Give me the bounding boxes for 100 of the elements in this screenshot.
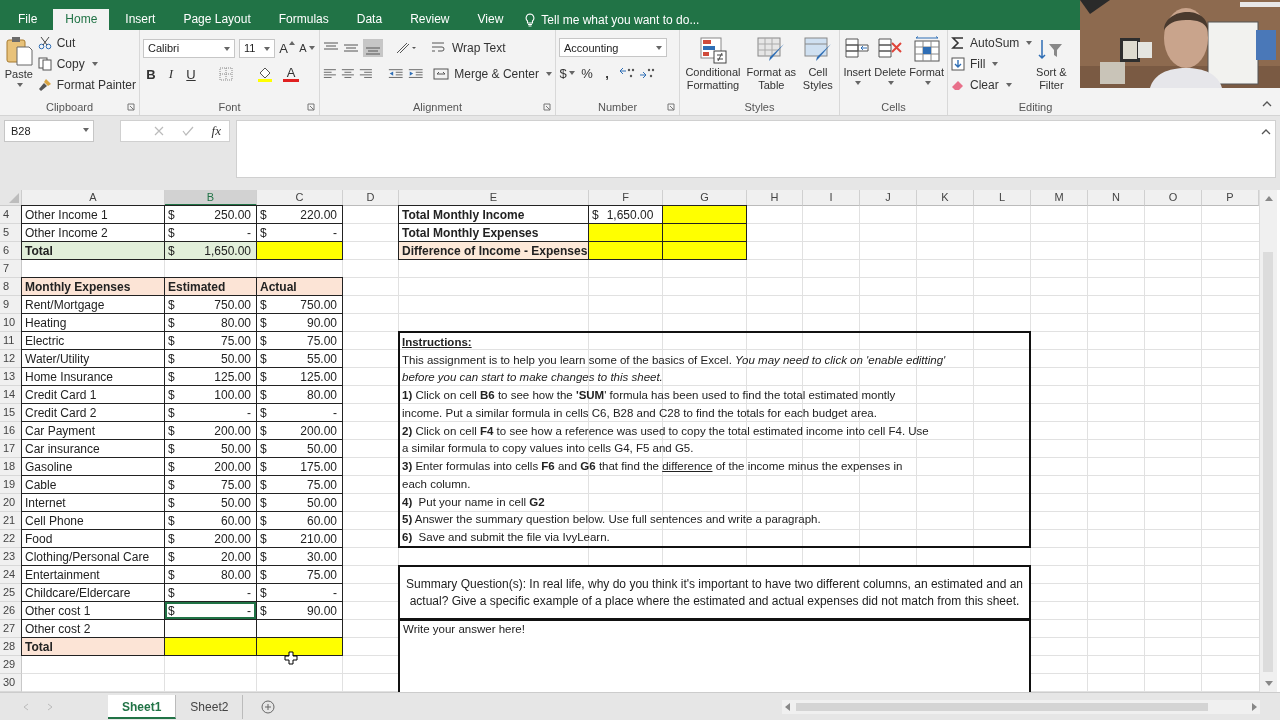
table-cell[interactable]: Difference of Income - Expenses: [398, 241, 589, 260]
column-header[interactable]: M: [1031, 190, 1088, 206]
sheet-tab[interactable]: Sheet2: [176, 694, 244, 719]
column-header[interactable]: H: [747, 190, 803, 206]
row-header[interactable]: 26: [0, 602, 22, 620]
format-as-table-button[interactable]: Format as Table: [745, 33, 797, 98]
increase-indent-icon[interactable]: [407, 67, 424, 81]
horizontal-scrollbar[interactable]: [782, 699, 1260, 714]
font-name-dropdown[interactable]: Calibri: [143, 38, 235, 58]
column-header[interactable]: E: [399, 190, 589, 206]
format-cells-button[interactable]: Format: [909, 33, 944, 98]
conditional-formatting-button[interactable]: Conditional Formatting: [683, 33, 743, 98]
insert-function-button[interactable]: fx: [211, 123, 221, 139]
column-header[interactable]: C: [257, 190, 343, 206]
column-header[interactable]: N: [1088, 190, 1145, 206]
row-header[interactable]: 8: [0, 278, 22, 296]
row-header[interactable]: 9: [0, 296, 22, 314]
column-header[interactable]: I: [803, 190, 860, 206]
dialog-launcher-icon[interactable]: [127, 103, 135, 111]
bold-button[interactable]: B: [143, 64, 159, 84]
dialog-launcher-icon[interactable]: [543, 103, 551, 111]
row-header[interactable]: 25: [0, 584, 22, 602]
align-right-icon[interactable]: [358, 67, 373, 81]
autosum-button[interactable]: AutoSum: [951, 33, 1033, 53]
shrink-font-button[interactable]: A: [299, 38, 315, 58]
vertical-scrollbar[interactable]: [1259, 190, 1277, 692]
row-header[interactable]: 22: [0, 530, 22, 548]
row-header[interactable]: 16: [0, 422, 22, 440]
column-header[interactable]: K: [917, 190, 974, 206]
add-sheet-icon[interactable]: [261, 699, 276, 714]
ribbon-tab[interactable]: Formulas: [266, 9, 341, 30]
column-header[interactable]: O: [1145, 190, 1202, 206]
fill-button[interactable]: Fill: [951, 54, 1033, 74]
grow-font-button[interactable]: A: [279, 38, 295, 58]
copy-button[interactable]: Copy: [37, 54, 136, 74]
row-header[interactable]: 20: [0, 494, 22, 512]
row-header[interactable]: 7: [0, 260, 22, 278]
tell-me-search[interactable]: Tell me what you want to do...: [541, 12, 700, 27]
row-header[interactable]: 12: [0, 350, 22, 368]
column-header[interactable]: G: [663, 190, 747, 206]
ribbon-tab[interactable]: Data: [344, 9, 395, 30]
name-box[interactable]: B28: [4, 120, 94, 142]
row-header[interactable]: 24: [0, 566, 22, 584]
column-header[interactable]: D: [343, 190, 399, 206]
middle-align-icon[interactable]: [343, 41, 359, 55]
enter-check-icon[interactable]: [181, 126, 194, 136]
comma-style-button[interactable]: ,: [599, 63, 615, 83]
row-header[interactable]: 18: [0, 458, 22, 476]
collapse-formula-bar-icon[interactable]: [1261, 129, 1271, 135]
row-header[interactable]: 15: [0, 404, 22, 422]
sheet-tab[interactable]: Sheet1: [108, 694, 177, 719]
number-format-dropdown[interactable]: Accounting: [559, 38, 667, 57]
dialog-launcher-icon[interactable]: [307, 103, 315, 111]
paste-button[interactable]: Paste: [3, 33, 35, 98]
column-header[interactable]: L: [974, 190, 1031, 206]
align-center-icon[interactable]: [340, 67, 355, 81]
font-size-dropdown[interactable]: 11: [239, 38, 275, 58]
row-header[interactable]: 27: [0, 620, 22, 638]
row-header[interactable]: 13: [0, 368, 22, 386]
row-header[interactable]: 4: [0, 206, 22, 224]
table-cell[interactable]: $ 1,650.00: [164, 241, 257, 260]
column-header[interactable]: F: [589, 190, 663, 206]
ribbon-tab[interactable]: Home: [53, 9, 110, 30]
column-header[interactable]: B: [165, 190, 257, 206]
formula-input[interactable]: [236, 120, 1276, 178]
table-cell[interactable]: [164, 637, 257, 656]
row-header[interactable]: 23: [0, 548, 22, 566]
fill-color-icon[interactable]: [257, 66, 273, 82]
column-header[interactable]: P: [1202, 190, 1259, 206]
table-cell[interactable]: Total: [21, 241, 165, 260]
row-header[interactable]: 29: [0, 656, 22, 674]
currency-button[interactable]: $: [559, 63, 575, 83]
row-header[interactable]: 21: [0, 512, 22, 530]
row-header[interactable]: 10: [0, 314, 22, 332]
font-color-button[interactable]: A: [283, 66, 299, 82]
table-cell[interactable]: Total: [21, 637, 165, 656]
table-cell[interactable]: [662, 241, 747, 260]
orientation-icon[interactable]: [395, 41, 417, 55]
row-header[interactable]: 30: [0, 674, 22, 692]
answer-box[interactable]: Write your answer here!: [398, 619, 1031, 692]
row-header[interactable]: 11: [0, 332, 22, 350]
table-cell[interactable]: [256, 241, 343, 260]
row-header[interactable]: 19: [0, 476, 22, 494]
sort-filter-button[interactable]: Sort & Filter: [1035, 33, 1068, 98]
clear-button[interactable]: Clear: [951, 75, 1033, 95]
collapse-ribbon-icon[interactable]: [1262, 101, 1272, 107]
column-header[interactable]: J: [860, 190, 917, 206]
cell-styles-button[interactable]: Cell Styles: [799, 33, 836, 98]
increase-decimal-icon[interactable]: [619, 66, 635, 80]
table-cell[interactable]: [588, 241, 663, 260]
delete-cells-button[interactable]: Delete: [874, 33, 907, 98]
decrease-decimal-icon[interactable]: [639, 66, 655, 80]
dialog-launcher-icon[interactable]: [667, 103, 675, 111]
format-painter-button[interactable]: Format Painter: [37, 75, 136, 95]
wrap-text-button[interactable]: Wrap Text: [431, 38, 506, 58]
decrease-indent-icon[interactable]: [388, 67, 404, 81]
percent-button[interactable]: %: [579, 63, 595, 83]
ribbon-tab[interactable]: View: [465, 9, 516, 30]
insert-cells-button[interactable]: Insert: [843, 33, 872, 98]
merge-center-button[interactable]: Merge & Center: [433, 64, 552, 84]
